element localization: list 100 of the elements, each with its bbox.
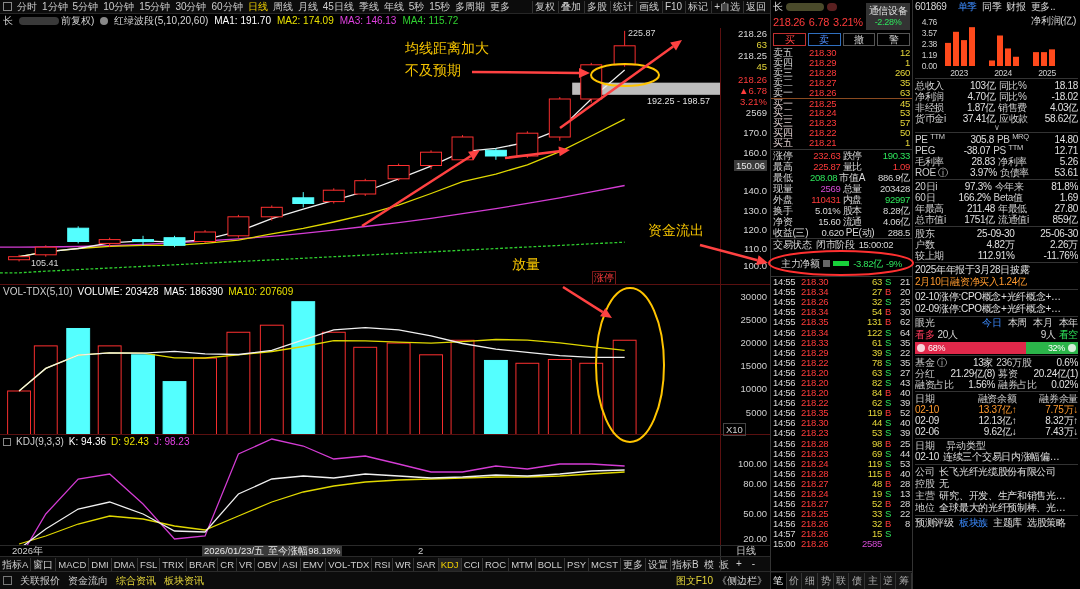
toolbar-button[interactable]: 返回 (743, 0, 768, 13)
feature-link[interactable]: 板块族 (958, 516, 988, 529)
indicator-tab[interactable]: WR (393, 557, 415, 571)
sector-badge[interactable]: 通信设备 -2.28% (866, 3, 910, 30)
period-tab[interactable]: 今日 (982, 317, 1002, 329)
period-tab[interactable]: 年线 (383, 0, 404, 14)
period-tab[interactable]: 月线 (297, 0, 318, 14)
period-tab[interactable]: 45日线 (322, 0, 354, 14)
indicator-tab[interactable]: MCST (589, 557, 621, 571)
period-tab[interactable]: 多周期 (455, 0, 486, 14)
toolbar-button[interactable]: F10 (661, 0, 685, 13)
stat-label: PE(动) (845, 227, 875, 238)
period-tab[interactable]: 10分钟 (103, 0, 135, 14)
trade-button[interactable]: 买 (773, 32, 806, 46)
toolbar-button[interactable]: 叠加 (557, 0, 583, 13)
report-tab[interactable]: 单季 (957, 1, 977, 13)
metric-label: 非经损 (915, 102, 945, 113)
period-tab[interactable]: 本年 (1058, 317, 1078, 329)
metric-label: 年最低 (998, 203, 1028, 214)
indicator-tab[interactable]: BOLL (535, 557, 566, 571)
indicator-tab[interactable]: KDJ (438, 557, 462, 571)
tick-time: 14:56 (773, 468, 797, 479)
info-tab[interactable]: 综合资讯 (116, 574, 156, 587)
period-tab[interactable]: 60分钟 (211, 0, 243, 14)
detail-tab[interactable]: 逆 (880, 572, 897, 589)
zoom-button[interactable]: - (751, 558, 756, 570)
indicator-tab[interactable]: MTM (509, 557, 536, 571)
trade-button[interactable]: 撤 (842, 32, 876, 46)
period-tab[interactable]: 日线 (247, 0, 268, 14)
indicator-tab[interactable]: VR (237, 557, 256, 571)
indicator-tab[interactable]: PSY (565, 557, 590, 571)
toolbar-button[interactable]: 复权 (531, 0, 557, 13)
period-tab[interactable]: 分时 (17, 0, 37, 14)
limit-up-event[interactable]: 02-10涨停:CPO概念+光纤概念+… (915, 291, 1078, 303)
toolbar-button[interactable]: +自选 (711, 0, 742, 13)
feature-link[interactable]: 主题库 (992, 516, 1023, 529)
trade-button[interactable]: 警 (877, 32, 910, 46)
period-tab[interactable]: 30分钟 (175, 0, 207, 14)
indicator-tab[interactable]: CR (218, 557, 238, 571)
indicator-tab[interactable]: EMV (300, 557, 327, 571)
indicator-tab[interactable]: DMI (89, 557, 112, 571)
indicator-tab[interactable]: 指标A (0, 557, 32, 571)
indicator-tab[interactable]: 指标B (671, 557, 700, 571)
indicator-tab[interactable]: BRAR (186, 557, 219, 571)
indicator-tab[interactable]: OBV (255, 557, 281, 571)
toolbar-button[interactable]: 统计 (609, 0, 635, 13)
detail-tab[interactable]: 细 (802, 572, 818, 589)
zoom-button[interactable]: + (735, 558, 742, 570)
period-tab[interactable]: 15分钟 (139, 0, 171, 14)
indicator-tab[interactable]: ROC (483, 557, 510, 571)
period-tab[interactable]: 1分钟 (42, 0, 68, 14)
indicator-tab[interactable]: RSI (372, 557, 394, 571)
toolbar-button[interactable]: 画线 (635, 0, 661, 13)
period-tab[interactable]: 季线 (358, 0, 379, 14)
info-tab[interactable]: 板块资讯 (164, 574, 204, 587)
toggle-icon[interactable] (3, 437, 11, 446)
f10-button[interactable]: 图文F10 (675, 574, 713, 587)
indicator-tab[interactable]: TRIX (160, 557, 187, 571)
detail-tab[interactable]: 价 (786, 572, 803, 589)
indicator-tab[interactable]: SAR (414, 557, 439, 571)
indicator-tab[interactable]: ASI (280, 557, 301, 571)
indicator-tab[interactable]: 模 (702, 557, 715, 571)
sidebar-button[interactable]: 《侧边栏》 (717, 574, 767, 587)
period-tab[interactable]: 本周 (1007, 317, 1028, 329)
expand-chevron[interactable]: ∨ (915, 124, 1078, 132)
info-tab[interactable]: 关联报价 (20, 574, 60, 587)
indicator-tab[interactable]: VOL-TDX (326, 557, 373, 571)
period-tab[interactable]: 5秒 (408, 0, 425, 14)
detail-tab[interactable]: 债 (849, 572, 866, 589)
info-tab[interactable]: 资金流向 (68, 574, 108, 587)
indicator-tab[interactable]: FSL (137, 557, 161, 571)
period-tab[interactable]: 更多 (490, 0, 511, 14)
detail-tab[interactable]: 筹 (896, 572, 912, 589)
panel-toggle-icon[interactable] (3, 2, 12, 11)
feature-link[interactable]: 预测评级 (915, 516, 954, 529)
limit-up-event[interactable]: 02-09涨停:CPO概念+光纤概念+… (915, 303, 1078, 315)
period-tab[interactable]: 15秒 (429, 0, 451, 14)
period-tab[interactable]: 本月 (1033, 317, 1053, 329)
indicator-tab[interactable]: MACD (56, 557, 90, 571)
indicator-tab[interactable]: 设置 (646, 557, 671, 571)
report-tab[interactable]: 财报 (1006, 1, 1026, 13)
detail-tab[interactable]: 主 (865, 572, 881, 589)
indicator-value: J: 98.23 (153, 436, 190, 447)
panel-toggle-icon[interactable] (3, 576, 12, 585)
indicator-tab[interactable]: CCI (461, 557, 483, 571)
indicator-tab[interactable]: 更多 (621, 557, 646, 571)
period-tab[interactable]: 周线 (272, 0, 293, 14)
toolbar-button[interactable]: 多股 (583, 0, 609, 13)
detail-tab[interactable]: 势 (818, 572, 834, 589)
detail-tab[interactable]: 笔 (771, 572, 787, 589)
feature-link[interactable]: 选股策略 (1027, 516, 1066, 529)
indicator-tab[interactable]: 窗口 (31, 557, 57, 571)
indicator-tab[interactable]: DMA (111, 557, 138, 571)
report-tab[interactable]: 同季 (982, 1, 1002, 13)
report-tab[interactable]: 更多.. (1030, 1, 1056, 13)
period-tab[interactable]: 5分钟 (72, 0, 99, 14)
toolbar-button[interactable]: 标记 (685, 0, 711, 13)
detail-tab[interactable]: 联 (833, 572, 850, 589)
metric-value: 305.8 (969, 134, 994, 145)
trade-button[interactable]: 卖 (807, 32, 841, 46)
